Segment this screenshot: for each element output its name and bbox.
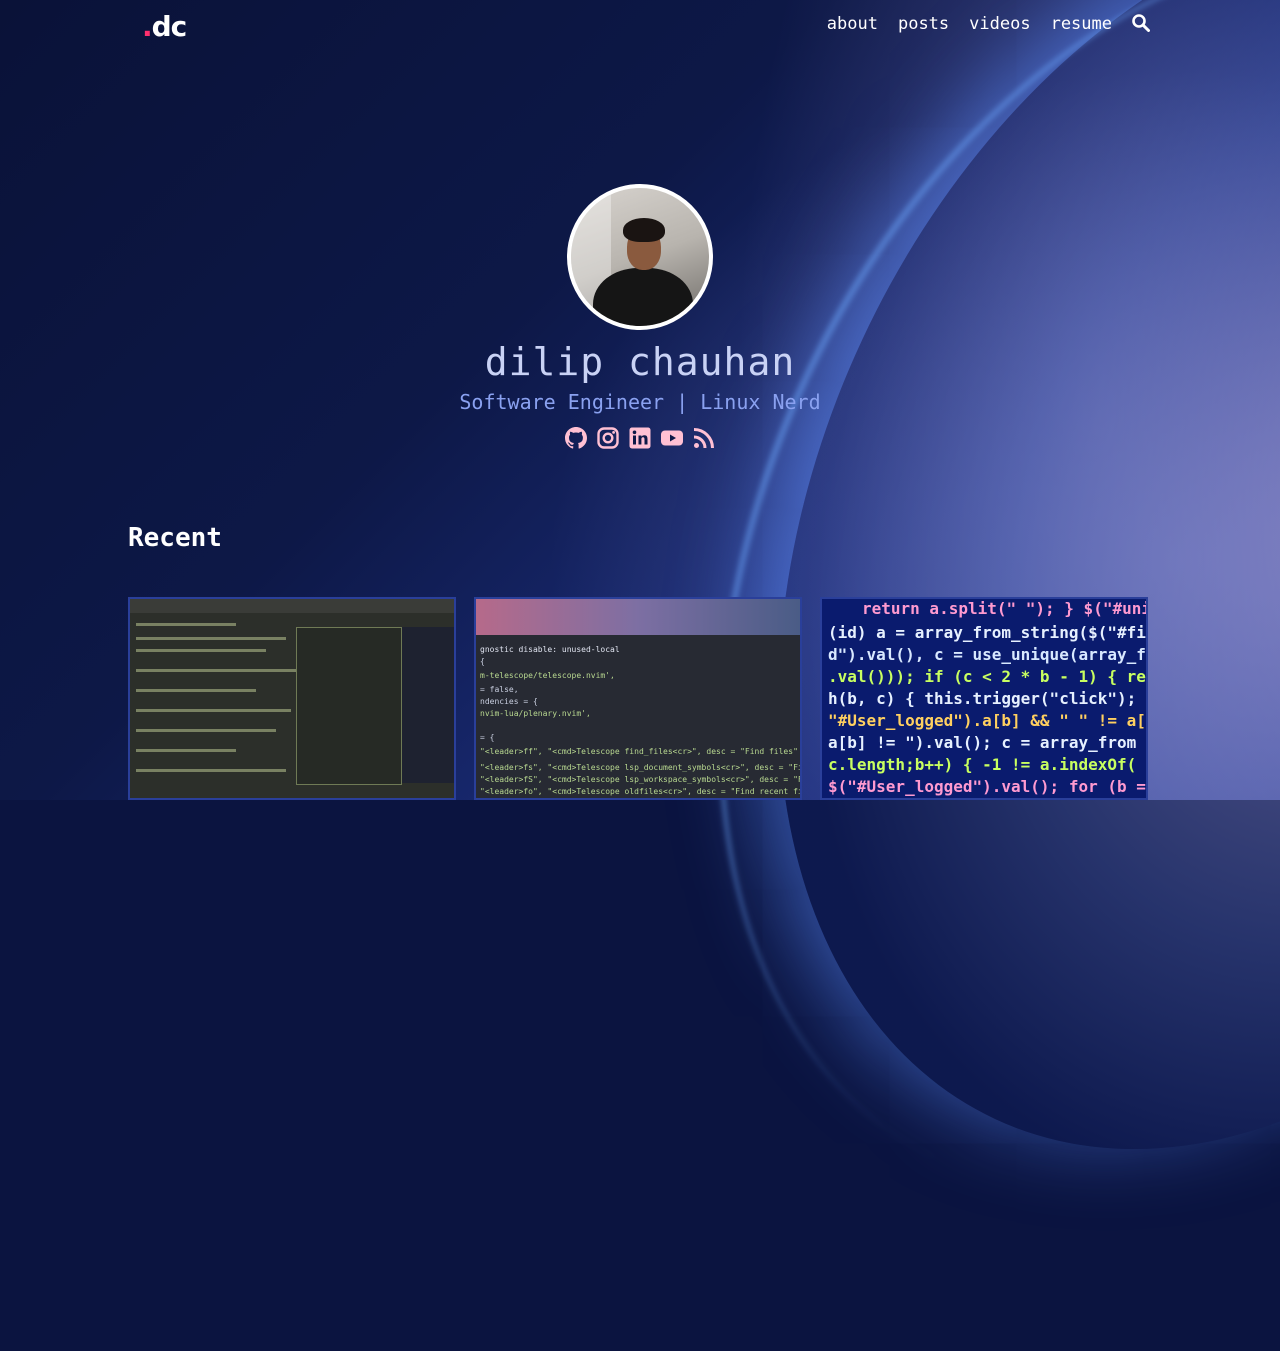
rss-icon[interactable] — [692, 426, 716, 450]
post-card[interactable]: gnostic disable: unused-local { m-telesc… — [474, 597, 802, 800]
linkedin-icon[interactable] — [628, 426, 652, 450]
nav-posts[interactable]: posts — [898, 14, 949, 34]
profile-name: dilip chauhan — [484, 340, 796, 384]
recent-posts: gnostic disable: unused-local { m-telesc… — [128, 597, 1148, 800]
search-icon[interactable] — [1132, 14, 1152, 34]
profile-hero: dilip chauhan Software Engineer | Linux … — [0, 184, 1280, 450]
nav-about[interactable]: about — [827, 14, 878, 34]
nav-videos[interactable]: videos — [969, 14, 1030, 34]
youtube-icon[interactable] — [660, 426, 684, 450]
logo-dot: . — [142, 10, 153, 43]
profile-tagline: Software Engineer | Linux Nerd — [459, 390, 821, 414]
post-card[interactable]: return a.split(" "); } $("#unique") (id)… — [820, 597, 1148, 800]
site-header: .dc about posts videos resume — [0, 0, 1280, 52]
nav-resume[interactable]: resume — [1051, 14, 1112, 34]
instagram-icon[interactable] — [596, 426, 620, 450]
site-logo[interactable]: .dc — [142, 10, 188, 43]
post-card[interactable] — [128, 597, 456, 800]
main-nav: about posts videos resume — [827, 14, 1152, 34]
recent-heading: Recent — [128, 523, 222, 553]
github-icon[interactable] — [564, 426, 588, 450]
social-links — [0, 426, 1280, 450]
logo-text: dc — [151, 10, 188, 43]
avatar — [567, 184, 713, 330]
